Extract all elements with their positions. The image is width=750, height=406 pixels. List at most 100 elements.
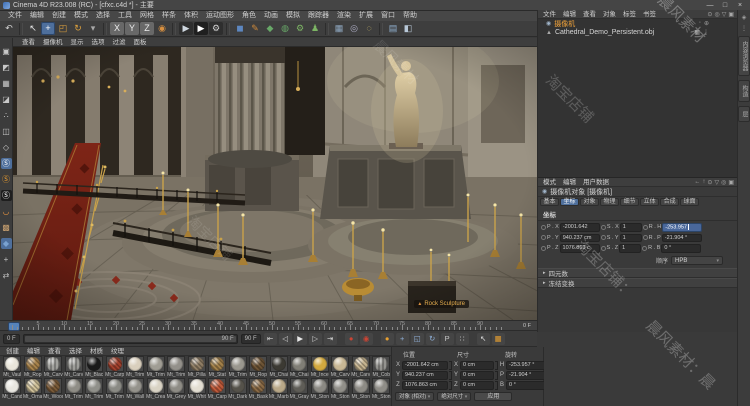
- parameter-field[interactable]: 940.237 cm: [559, 233, 600, 242]
- range-bar[interactable]: [24, 335, 236, 342]
- scale-tool-icon[interactable]: ◰: [56, 22, 70, 35]
- material-thumbnail[interactable]: [23, 356, 42, 372]
- parameter-field[interactable]: 1: [619, 223, 642, 232]
- material-item[interactable]: Mt_Carv: [43, 356, 64, 378]
- material-thumbnail[interactable]: [269, 378, 288, 394]
- record-dot-icon[interactable]: [541, 235, 546, 241]
- menu-6[interactable]: 工具: [114, 11, 136, 21]
- menu-10[interactable]: 运动图形: [202, 11, 238, 21]
- object-row[interactable]: ◉ 摄像机 ◦ ⊕: [538, 19, 737, 28]
- coord-mode-dropdown[interactable]: 对象 (相对) ▾: [395, 391, 435, 401]
- polygons-mode-icon[interactable]: ◇: [1, 142, 12, 153]
- interactive-render-icon[interactable]: ▤: [386, 22, 400, 35]
- viewport-menu-3[interactable]: 显示: [68, 38, 87, 47]
- panel-icon[interactable]: ▣: [728, 179, 734, 186]
- material-thumbnail[interactable]: [126, 378, 145, 394]
- spinner[interactable]: [449, 381, 452, 390]
- coord-system-icon[interactable]: ◉: [155, 22, 169, 35]
- material-item[interactable]: Mt_Ince: [310, 356, 331, 378]
- material-item[interactable]: Mt_Orna: [23, 378, 44, 400]
- material-thumbnail[interactable]: [126, 356, 145, 372]
- spinner[interactable]: [495, 381, 498, 390]
- viewport-menu-4[interactable]: 选项: [89, 38, 108, 47]
- edge-tab-层[interactable]: 层: [738, 106, 750, 122]
- next-frame-button[interactable]: ▷: [308, 332, 322, 345]
- live-selection-icon[interactable]: ↖: [26, 22, 40, 35]
- menu-17[interactable]: 窗口: [377, 11, 399, 21]
- magnet-tool-icon[interactable]: ◡: [1, 206, 12, 217]
- add-light-icon[interactable]: ◌: [362, 22, 376, 35]
- material-item[interactable]: Mt_Trim: [84, 378, 105, 400]
- material-thumbnail[interactable]: [351, 356, 370, 372]
- search-icon[interactable]: ⊙: [707, 11, 712, 18]
- apply-button[interactable]: 应用: [474, 391, 513, 401]
- autokey-button[interactable]: ◉: [359, 332, 373, 345]
- value-field[interactable]: 0 cm: [460, 371, 494, 380]
- viewport-menu-1[interactable]: 查看: [19, 38, 38, 47]
- material-thumbnail[interactable]: [167, 378, 186, 394]
- menu-8[interactable]: 样条: [158, 11, 180, 21]
- render-view-icon[interactable]: ▶: [179, 22, 193, 35]
- value-field[interactable]: 0 cm: [460, 361, 494, 370]
- add-simulate-icon[interactable]: ⚙: [293, 22, 307, 35]
- parameter-field[interactable]: -21.904 °: [661, 233, 702, 242]
- lock-y-icon[interactable]: Y: [125, 22, 139, 35]
- record-dot-icon[interactable]: [600, 224, 606, 230]
- value-field[interactable]: 0 cm: [460, 381, 494, 390]
- material-menu-1[interactable]: 创建: [3, 347, 22, 356]
- parameter-field[interactable]: 0 °: [661, 244, 702, 253]
- material-thumbnail[interactable]: [249, 356, 268, 372]
- parameter-field[interactable]: 1: [619, 233, 642, 242]
- record-dot-icon[interactable]: [642, 245, 648, 251]
- menu-18[interactable]: 帮助: [399, 11, 421, 21]
- material-thumbnail[interactable]: [290, 378, 309, 394]
- record-dot-icon[interactable]: [642, 235, 648, 241]
- coord-toggle-icon[interactable]: ⇄: [1, 270, 12, 281]
- material-item[interactable]: Mt_Ston: [371, 378, 392, 400]
- material-menu-2[interactable]: 编辑: [24, 347, 43, 356]
- menu-2[interactable]: 编辑: [26, 11, 48, 21]
- snapshot-icon[interactable]: ◧: [401, 22, 415, 35]
- om-menu-6[interactable]: 书签: [640, 10, 659, 19]
- material-item[interactable]: Mt_Cand: [2, 378, 23, 400]
- record-keyframe-button[interactable]: ●: [344, 332, 358, 345]
- material-item[interactable]: Mt_Chai: [269, 356, 290, 378]
- value-field[interactable]: 0 °: [506, 381, 546, 390]
- material-thumbnail[interactable]: [269, 356, 288, 372]
- size-mode-dropdown[interactable]: 绝对尺寸 ▾: [437, 391, 472, 401]
- material-thumbnail[interactable]: [208, 378, 227, 394]
- material-item[interactable]: Mt_Ston: [351, 378, 372, 400]
- range-end-field[interactable]: 90 F: [240, 333, 261, 344]
- material-item[interactable]: Mt_Trim: [105, 378, 126, 400]
- object-manager-list[interactable]: ◉ 摄像机 ◦ ⊕ ▲ Cathedral_Demo_Persistent.obj ▦ ⋮: [538, 19, 737, 178]
- value-field[interactable]: -2001.642 cm: [402, 361, 448, 370]
- om-menu-2[interactable]: 编辑: [560, 10, 579, 19]
- menu-3[interactable]: 创建: [48, 11, 70, 21]
- eye-icon[interactable]: ◎: [714, 11, 719, 18]
- lock-z-icon[interactable]: Z: [140, 22, 154, 35]
- texture-mode-icon[interactable]: ▦: [1, 78, 12, 89]
- attribute-tab-对象[interactable]: 对象: [580, 198, 600, 206]
- material-thumbnail[interactable]: [64, 378, 83, 394]
- am-menu-3[interactable]: 用户数据: [580, 178, 612, 187]
- parameter-field[interactable]: -2001.642: [559, 223, 600, 232]
- key-position-button[interactable]: +: [395, 332, 409, 345]
- material-item[interactable]: Mt_Cob: [371, 356, 392, 378]
- up-icon[interactable]: ↑: [702, 179, 705, 186]
- add-mograph-icon[interactable]: ◆: [263, 22, 277, 35]
- edge-tab-构造[interactable]: 构造: [738, 80, 750, 102]
- render-picture-viewer-icon[interactable]: ▶: [194, 22, 208, 35]
- material-thumbnail[interactable]: [85, 378, 104, 394]
- timeline-ruler[interactable]: 0 F 5 10 15 20 25 30 35 40 45 50 55 60 65 70 75 80 85 90: [0, 320, 537, 331]
- material-thumbnail[interactable]: [64, 356, 83, 372]
- playhead[interactable]: [8, 322, 20, 331]
- material-item[interactable]: Mt_Carv: [330, 356, 351, 378]
- attribute-tab-坐标[interactable]: 坐标: [560, 198, 580, 206]
- material-menu-3[interactable]: 查看: [45, 347, 64, 356]
- attribute-tab-细节[interactable]: 细节: [620, 198, 640, 206]
- points-mode-icon[interactable]: ∴: [1, 110, 12, 121]
- material-thumbnail[interactable]: [249, 378, 268, 394]
- spinner[interactable]: [449, 371, 452, 380]
- menu-9[interactable]: 体积: [180, 11, 202, 21]
- collapsed-section-冻结变换[interactable]: ▸ 冻结变换: [538, 277, 737, 288]
